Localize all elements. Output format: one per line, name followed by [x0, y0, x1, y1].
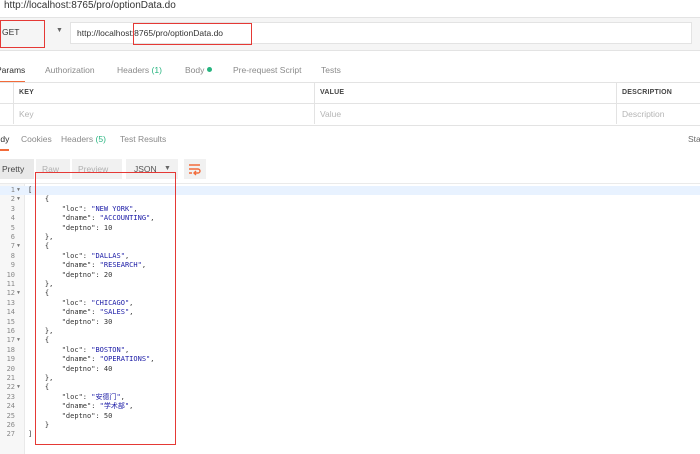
tab-label: Params — [0, 65, 26, 75]
tab-label: Authorization — [45, 65, 95, 75]
line-number: 24 — [6, 402, 15, 411]
status-dot-icon — [207, 67, 213, 72]
line-number: 17 — [6, 336, 15, 345]
wrap-lines-icon — [189, 164, 201, 176]
fold-arrow-icon[interactable]: ▼ — [16, 289, 21, 298]
line-number: 6 — [10, 233, 15, 241]
description-input[interactable] — [622, 105, 700, 123]
line-number: 13 — [6, 298, 15, 307]
tab-count-badge: (5) — [95, 134, 106, 144]
line-number: 20 — [6, 364, 15, 373]
line-number: 22 — [6, 383, 15, 392]
tab-test-results[interactable]: Test Results — [120, 128, 166, 150]
params-table: KEY VALUE DESCRIPTION — [0, 82, 700, 126]
tab-label: Cookies — [21, 134, 52, 144]
tab-headers[interactable]: Headers (1) — [117, 58, 162, 82]
column-header-key: KEY — [13, 83, 314, 103]
annotation-box-response — [35, 172, 176, 445]
tab-response-body[interactable]: Body — [0, 128, 10, 151]
line-number: 14 — [6, 308, 15, 317]
line-number: 26 — [6, 421, 15, 429]
code-text: ] — [28, 430, 32, 439]
tab-label: Headers — [117, 65, 150, 75]
line-number: 4 — [10, 214, 15, 223]
line-number: 8 — [10, 251, 15, 260]
description-cell[interactable] — [616, 104, 700, 124]
column-header-value: VALUE — [314, 83, 616, 103]
table-row — [0, 104, 700, 124]
code-token: [ — [28, 186, 33, 194]
annotation-box-method — [0, 20, 45, 48]
tab-response-headers[interactable]: Headers (5) — [61, 128, 106, 150]
tab-label: Test Results — [120, 134, 167, 144]
key-cell[interactable] — [13, 104, 314, 124]
fold-arrow-icon[interactable]: ▼ — [16, 383, 21, 392]
wrap-lines-button[interactable] — [184, 159, 206, 179]
tab-tests[interactable]: Tests — [321, 58, 341, 82]
tab-label: Body — [0, 134, 10, 144]
line-number: 11 — [6, 280, 15, 288]
line-number: 19 — [6, 355, 15, 364]
line-number: 3 — [10, 204, 15, 213]
line-number: 9 — [10, 261, 15, 270]
line-number: 27 — [6, 430, 15, 439]
annotation-box-url — [133, 23, 252, 45]
key-input[interactable] — [19, 105, 314, 123]
line-number: 2 — [10, 195, 15, 204]
line-number: 23 — [6, 392, 15, 401]
tab-body[interactable]: Body — [185, 58, 213, 82]
request-tabs: Params Authorization Headers (1) Body Pr… — [0, 58, 700, 83]
code-token: ] — [28, 430, 33, 439]
line-number: 12 — [6, 289, 15, 298]
fold-arrow-icon[interactable]: ▼ — [16, 242, 21, 251]
value-cell[interactable] — [314, 104, 616, 124]
response-tabs: Body Cookies Headers (5) Test Results St… — [0, 128, 700, 151]
chevron-down-icon: ▼ — [56, 27, 63, 34]
pretty-button[interactable]: Pretty — [0, 159, 34, 179]
line-number: 16 — [6, 327, 15, 335]
tab-label: Headers — [61, 134, 94, 144]
line-number: 25 — [6, 411, 15, 420]
window-title-bar: http://localhost:8765/pro/optionData.do — [0, 0, 700, 14]
line-number: 1 — [10, 186, 15, 194]
request-bar: GET ▼ — [0, 17, 700, 51]
tab-label: Body — [185, 65, 205, 75]
params-table-header: KEY VALUE DESCRIPTION — [0, 83, 700, 104]
line-number: 18 — [6, 345, 15, 354]
tab-authorization[interactable]: Authorization — [45, 58, 95, 82]
line-number: 10 — [6, 270, 15, 279]
value-input[interactable] — [320, 105, 616, 123]
line-number: 15 — [6, 317, 15, 326]
line-number: 21 — [6, 374, 15, 382]
tab-cookies[interactable]: Cookies — [21, 128, 52, 150]
window-title: http://localhost:8765/pro/optionData.do — [4, 0, 176, 11]
tab-pre-request-script[interactable]: Pre-request Script — [233, 58, 302, 82]
line-number: 7 — [10, 242, 15, 251]
response-body-editor[interactable]: 1 ▼[2 ▼ {3 "loc": "NEW YORK", 4 "dname": "A… — [0, 172, 700, 454]
fold-arrow-icon[interactable]: ▼ — [16, 195, 21, 204]
tab-label: Pre-request Script — [233, 65, 302, 75]
tab-count-badge: (1) — [151, 65, 162, 75]
tab-params[interactable]: Params — [0, 58, 26, 83]
column-header-description: DESCRIPTION — [616, 83, 700, 103]
code-text: [ — [28, 186, 32, 195]
response-status-label: Status — [688, 134, 700, 144]
tab-label: Tests — [321, 65, 341, 75]
fold-arrow-icon[interactable]: ▼ — [16, 186, 21, 195]
line-number: 5 — [10, 223, 15, 232]
fold-arrow-icon[interactable]: ▼ — [16, 336, 21, 345]
